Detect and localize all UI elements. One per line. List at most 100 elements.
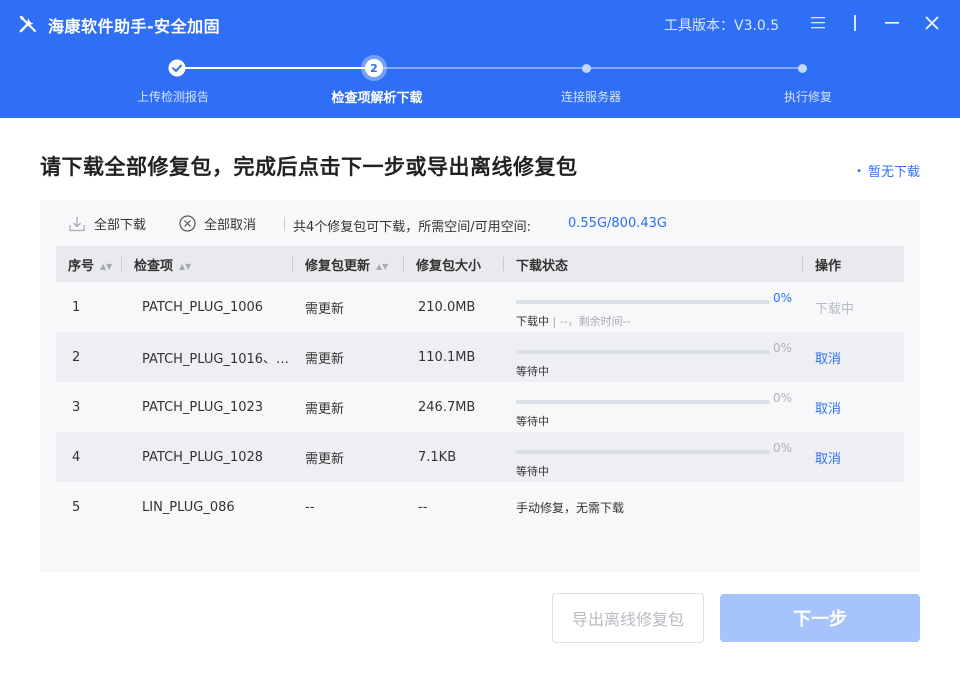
- row-index: 4: [72, 449, 81, 465]
- sort-icon[interactable]: ▲▼: [179, 262, 191, 271]
- no-download-link[interactable]: 暂无下载: [856, 161, 920, 180]
- cancel-link[interactable]: 取消: [815, 452, 841, 467]
- row-operation: 下载中: [803, 282, 904, 332]
- title-bar-divider: [854, 15, 856, 31]
- row-index: 5: [72, 499, 81, 515]
- progress: 0% 等待中: [516, 337, 796, 378]
- progress: 0% 等待中: [516, 387, 796, 428]
- table-row: 5 LIN_PLUG_086 -- -- 手动修复，无需下载: [56, 482, 904, 532]
- row-operation: 取消: [803, 332, 904, 382]
- row-item: PATCH_PLUG_1016、PATCH_PLUG_1017: [142, 351, 293, 367]
- row-size: 7.1KB: [418, 449, 457, 465]
- row-status: 0% 下载中 | --，剩余时间--: [504, 282, 803, 332]
- row-status: 0% 等待中: [504, 332, 803, 382]
- table-row: 4 PATCH_PLUG_1028 需更新 7.1KB 0% 等待中 取消: [56, 432, 904, 482]
- row-status: 0% 等待中: [504, 382, 803, 432]
- download-icon: [69, 216, 85, 231]
- cancel-circle-icon: [179, 215, 196, 232]
- progress-status: 等待中: [516, 465, 549, 478]
- step-pending-dot: [798, 64, 807, 73]
- row-size: --: [418, 499, 428, 515]
- step-line-done: [177, 67, 373, 69]
- progress-percent: 0%: [773, 291, 793, 305]
- row-update: --: [305, 499, 315, 515]
- table-header: 序号 ▲▼ 检查项 ▲▼ 修复包更新 ▲▼ 修复包大小 下载状态 操作: [56, 246, 904, 282]
- version-info: 工具版本：V3.0.5: [664, 15, 779, 35]
- export-offline-package-button[interactable]: 导出离线修复包: [552, 593, 704, 643]
- progress-percent: 0%: [773, 441, 793, 455]
- progress-percent: 0%: [773, 391, 793, 405]
- sort-icon[interactable]: ▲▼: [100, 262, 112, 271]
- cancel-link[interactable]: 取消: [815, 352, 841, 367]
- progress-percent: 0%: [773, 341, 793, 355]
- row-index: 3: [72, 399, 81, 415]
- row-operation: [803, 482, 904, 532]
- title-bar: 海康软件助手-安全加固 工具版本：V3.0.5 2 上传检测报告 检查项解析下载…: [0, 0, 960, 118]
- close-button[interactable]: [922, 12, 942, 34]
- sort-icon[interactable]: ▲▼: [376, 262, 388, 271]
- row-update: 需更新: [305, 451, 345, 467]
- cancel-all-button[interactable]: 全部取消: [179, 214, 256, 233]
- row-status: 0% 等待中: [504, 432, 803, 482]
- row-index: 1: [72, 299, 81, 315]
- col-header-index: 序号 ▲▼: [56, 246, 122, 282]
- row-status: 手动修复，无需下载: [504, 482, 803, 532]
- close-icon: [925, 16, 939, 30]
- minimize-button[interactable]: [882, 12, 902, 34]
- progress-bar: [516, 300, 770, 304]
- progress-eta: | --，剩余时间--: [549, 315, 631, 328]
- step-label-connect-server: 连接服务器: [560, 90, 621, 104]
- version-number: V3.0.5: [734, 18, 780, 34]
- row-operation: 取消: [803, 382, 904, 432]
- download-summary: 共4个修复包可下载，所需空间/可用空间:: [293, 220, 532, 235]
- progress-bar: [516, 450, 770, 454]
- row-update: 需更新: [305, 401, 345, 417]
- space-usage: 0.55G/800.43G: [568, 216, 667, 231]
- menu-button[interactable]: [808, 12, 828, 34]
- step-label-upload: 上传检测报告: [136, 90, 209, 104]
- manual-repair-text: 手动修复，无需下载: [516, 500, 625, 515]
- progress-status: 等待中: [516, 365, 549, 378]
- col-header-status: 下载状态: [504, 246, 803, 282]
- page-title: 请下载全部修复包，完成后点击下一步或导出离线修复包: [40, 155, 578, 179]
- tools-icon: [19, 15, 37, 33]
- cancel-link[interactable]: 取消: [815, 402, 841, 417]
- table-row: 1 PATCH_PLUG_1006 需更新 210.0MB 0% 下载中 | -…: [56, 282, 904, 332]
- progress: 0% 下载中 | --，剩余时间--: [516, 287, 796, 328]
- col-header-item: 检查项 ▲▼: [122, 246, 293, 282]
- row-item: LIN_PLUG_086: [142, 499, 235, 515]
- step-active-number: 2: [365, 59, 383, 77]
- row-size: 210.0MB: [418, 299, 476, 315]
- progress-status: 下载中 | --，剩余时间--: [516, 315, 631, 328]
- download-all-label: 全部下载: [94, 218, 147, 233]
- step-done-check-icon: [168, 59, 186, 77]
- row-update: 需更新: [305, 351, 345, 367]
- row-size: 246.7MB: [418, 399, 476, 415]
- col-header-update: 修复包更新 ▲▼: [293, 246, 404, 282]
- row-item: PATCH_PLUG_1028: [142, 449, 264, 465]
- operation-downloading: 下载中: [815, 301, 855, 317]
- row-item: PATCH_PLUG_1023: [142, 399, 264, 415]
- row-operation: 取消: [803, 432, 904, 482]
- table-row: 2 PATCH_PLUG_1016、PATCH_PLUG_1017 需更新 11…: [56, 332, 904, 382]
- row-size: 110.1MB: [418, 349, 476, 365]
- progress-status: 等待中: [516, 415, 549, 428]
- col-header-operation: 操作: [815, 258, 842, 274]
- next-step-button[interactable]: 下一步: [720, 594, 920, 642]
- step-active-marker: 2: [361, 55, 387, 81]
- version-label: 工具版本：: [664, 18, 734, 34]
- col-header-size: 修复包大小: [404, 246, 504, 282]
- menu-icon: [811, 17, 825, 29]
- progress: 0% 等待中: [516, 437, 796, 478]
- step-label-execute-repair: 执行修复: [783, 90, 832, 104]
- row-index: 2: [72, 349, 81, 365]
- patch-table: 序号 ▲▼ 检查项 ▲▼ 修复包更新 ▲▼ 修复包大小 下载状态 操作 1 PATCH…: [56, 246, 904, 532]
- download-all-button[interactable]: 全部下载: [68, 214, 146, 233]
- progress-bar: [516, 400, 770, 404]
- app-title: 海康软件助手-安全加固: [48, 17, 221, 36]
- toolbar: 全部下载 全部取消 共4个修复包可下载，所需空间/可用空间: 0.55G/800…: [40, 200, 920, 246]
- toolbar-divider: [284, 217, 285, 231]
- table-row: 3 PATCH_PLUG_1023 需更新 246.7MB 0% 等待中 取消: [56, 382, 904, 432]
- step-pending-dot: [582, 64, 591, 73]
- download-panel: 全部下载 全部取消 共4个修复包可下载，所需空间/可用空间: 0.55G/800…: [40, 200, 920, 572]
